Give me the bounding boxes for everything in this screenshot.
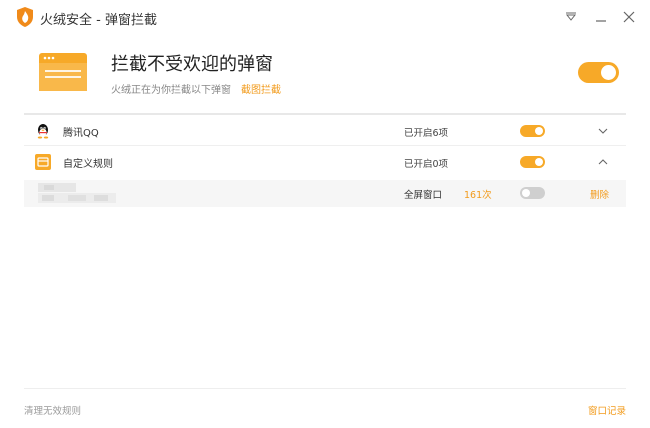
blurred-window-name-image	[38, 183, 116, 203]
screenshot-block-link[interactable]: 截图拦截	[241, 81, 281, 96]
qq-penguin-icon	[37, 124, 49, 139]
page-description: 火绒正在为你拦截以下弹窗	[111, 85, 231, 96]
rule-status: 已开启6项	[404, 128, 449, 139]
page-title: 拦截不受欢迎的弹窗	[111, 54, 273, 75]
divider	[24, 113, 626, 115]
rule-toggle-custom[interactable]	[520, 156, 545, 168]
rule-row-custom: 自定义规则 已开启0项	[24, 147, 626, 177]
title-bar: 火绒安全 - 弹窗拦截	[0, 0, 650, 34]
delete-button[interactable]: 删除	[590, 187, 609, 201]
close-button[interactable]	[620, 8, 638, 26]
minimize-button[interactable]	[592, 8, 610, 26]
menu-triangle-icon	[565, 12, 577, 21]
toggle-knob	[535, 127, 543, 135]
custom-rule-item: 全屏窗口 161次 删除	[24, 180, 626, 207]
popup-window-icon	[39, 53, 87, 91]
chevron-down-icon[interactable]	[597, 125, 609, 137]
rule-row-qq: 腾讯QQ 已开启6项	[24, 116, 626, 146]
header-section: 拦截不受欢迎的弹窗 火绒正在为你拦截以下弹窗 截图拦截	[0, 34, 650, 112]
master-toggle[interactable]	[578, 62, 619, 83]
toggle-knob	[535, 158, 543, 166]
rule-toggle-qq[interactable]	[520, 125, 545, 137]
toggle-knob	[601, 65, 616, 80]
block-count: 161次	[464, 190, 492, 201]
divider	[24, 388, 626, 389]
chevron-up-icon[interactable]	[597, 156, 609, 168]
rule-label: 自定义规则	[63, 159, 113, 170]
minimize-icon	[596, 20, 606, 22]
window-title: 火绒安全 - 弹窗拦截	[40, 13, 157, 28]
custom-item-toggle[interactable]	[520, 187, 545, 199]
clear-invalid-rules-link[interactable]: 清理无效规则	[24, 403, 81, 417]
huorong-shield-icon	[17, 7, 33, 27]
custom-rule-window-icon	[35, 154, 51, 170]
rule-status: 已开启0项	[404, 159, 449, 170]
window-type: 全屏窗口	[404, 190, 443, 201]
menu-button[interactable]	[562, 8, 580, 26]
window-log-link[interactable]: 窗口记录	[588, 403, 626, 417]
toggle-knob	[522, 189, 530, 197]
close-icon	[623, 11, 635, 23]
rule-label: 腾讯QQ	[63, 128, 99, 139]
